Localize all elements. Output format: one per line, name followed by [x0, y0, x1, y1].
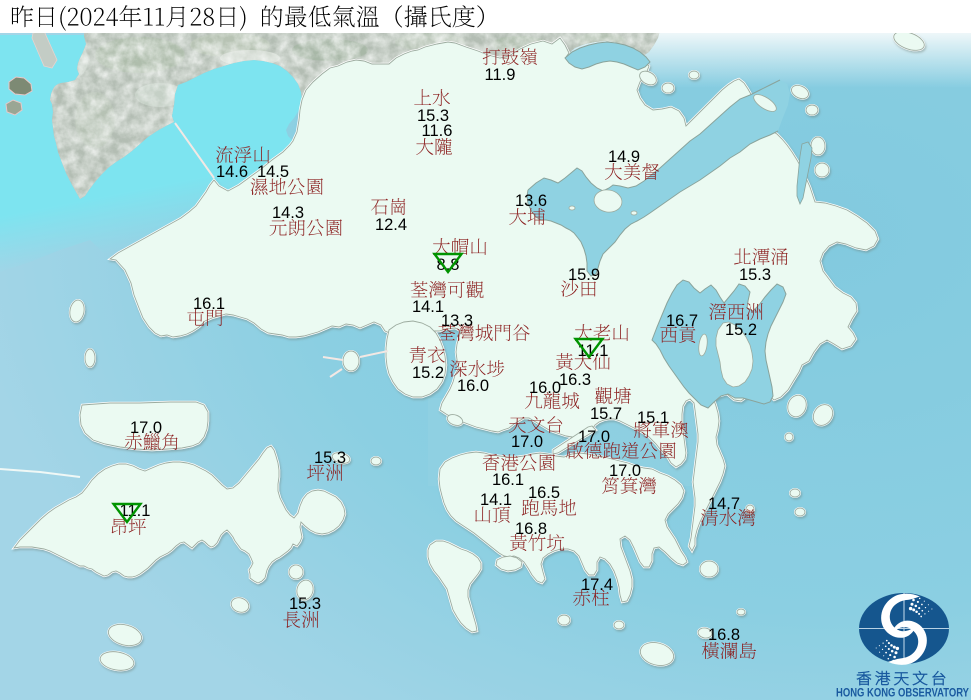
svg-text:12.4: 12.4: [375, 216, 407, 234]
svg-text:13.3: 13.3: [441, 312, 473, 330]
svg-text:14.1: 14.1: [480, 491, 512, 509]
svg-text:13.6: 13.6: [515, 192, 547, 210]
svg-text:17.0: 17.0: [609, 462, 641, 480]
svg-text:15.3: 15.3: [289, 595, 321, 613]
svg-text:16.1: 16.1: [492, 471, 524, 489]
svg-text:16.1: 16.1: [193, 295, 225, 313]
svg-text:16.8: 16.8: [708, 626, 740, 644]
svg-text:17.0: 17.0: [511, 433, 543, 451]
svg-text:16.0: 16.0: [457, 377, 489, 395]
svg-text:15.7: 15.7: [590, 405, 622, 423]
svg-text:11.6: 11.6: [422, 122, 453, 140]
svg-text:15.3: 15.3: [314, 449, 346, 467]
svg-text:15.3: 15.3: [739, 266, 771, 284]
svg-text:16.7: 16.7: [666, 312, 698, 330]
svg-text:14.1: 14.1: [412, 298, 444, 316]
svg-text:HONG KONG OBSERVATORY: HONG KONG OBSERVATORY: [836, 687, 969, 700]
svg-text:16.0: 16.0: [529, 379, 561, 397]
svg-text:14.6: 14.6: [216, 163, 248, 181]
svg-text:16.5: 16.5: [528, 484, 560, 502]
svg-text:15.1: 15.1: [637, 409, 669, 427]
svg-text:14.7: 14.7: [708, 495, 740, 513]
svg-text:14.5: 14.5: [257, 163, 289, 181]
svg-text:14.9: 14.9: [608, 148, 640, 166]
svg-text:14.3: 14.3: [272, 204, 304, 222]
svg-text:15.2: 15.2: [412, 364, 444, 382]
svg-text:17.0: 17.0: [130, 419, 162, 437]
svg-text:17.0: 17.0: [578, 428, 610, 446]
svg-text:15.2: 15.2: [725, 321, 757, 339]
svg-text:16.3: 16.3: [559, 371, 591, 389]
svg-text:15.9: 15.9: [568, 266, 600, 284]
svg-text:16.8: 16.8: [515, 520, 547, 538]
svg-text:17.4: 17.4: [581, 576, 613, 594]
svg-text:11.9: 11.9: [485, 66, 516, 84]
